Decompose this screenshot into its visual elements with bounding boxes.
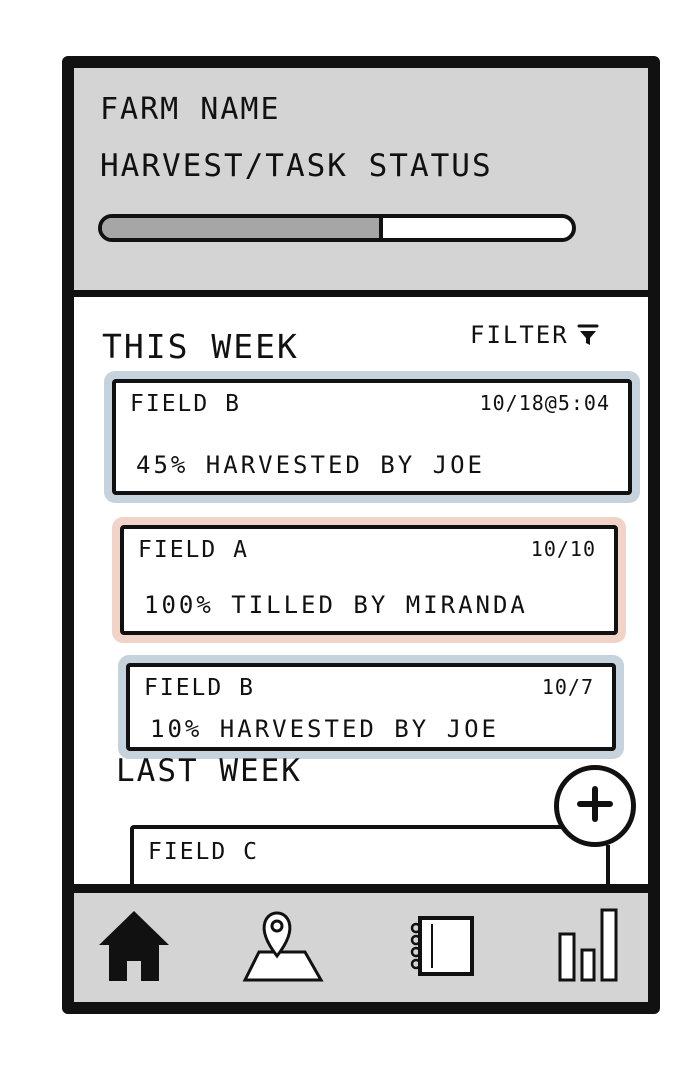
funnel-icon bbox=[577, 323, 599, 347]
farm-name: FARM NAME bbox=[100, 92, 281, 127]
notebook-icon bbox=[402, 910, 478, 984]
task-field-name: FIELD B bbox=[144, 675, 255, 701]
bottom-nav bbox=[74, 884, 648, 1002]
task-detail: 45% HARVESTED BY JOE bbox=[136, 451, 485, 479]
phone-frame: FARM NAME HARVEST/TASK STATUS THIS WEEK … bbox=[62, 56, 660, 1014]
status-title: HARVEST/TASK STATUS bbox=[100, 148, 493, 184]
task-date: 10/7 bbox=[541, 675, 594, 699]
harvest-progress-bar bbox=[98, 214, 576, 242]
nav-notes[interactable] bbox=[392, 901, 488, 993]
task-card[interactable]: FIELD A 10/10 100% TILLED BY MIRANDA bbox=[120, 525, 618, 635]
nav-map[interactable] bbox=[234, 901, 330, 993]
task-field-name: FIELD A bbox=[138, 537, 249, 563]
app-header: FARM NAME HARVEST/TASK STATUS bbox=[74, 68, 648, 297]
task-date: 10/18@5:04 bbox=[479, 391, 610, 415]
task-feed: THIS WEEK FILTER FIELD B 10/18@5:04 45% … bbox=[74, 297, 648, 915]
plus-icon bbox=[575, 784, 615, 828]
task-card[interactable]: FIELD B 10/7 10% HARVESTED BY JOE bbox=[126, 663, 616, 751]
map-pin-icon bbox=[239, 904, 325, 990]
task-field-name: FIELD B bbox=[130, 391, 241, 417]
harvest-progress-fill bbox=[102, 218, 384, 238]
filter-label: FILTER bbox=[470, 321, 569, 349]
task-date: 10/10 bbox=[530, 537, 596, 561]
this-week-heading: THIS WEEK bbox=[102, 327, 299, 366]
filter-button[interactable]: FILTER bbox=[470, 321, 599, 349]
home-icon bbox=[95, 905, 173, 989]
task-detail: 10% HARVESTED BY JOE bbox=[150, 715, 499, 743]
nav-stats[interactable] bbox=[542, 901, 638, 993]
task-field-name: FIELD C bbox=[148, 839, 259, 865]
nav-home[interactable] bbox=[86, 901, 182, 993]
bar-chart-icon bbox=[552, 904, 628, 990]
task-detail: 100% TILLED BY MIRANDA bbox=[144, 591, 528, 619]
task-card[interactable]: FIELD B 10/18@5:04 45% HARVESTED BY JOE bbox=[112, 379, 632, 495]
last-week-heading: LAST WEEK bbox=[116, 753, 302, 789]
add-task-button[interactable] bbox=[554, 765, 636, 847]
